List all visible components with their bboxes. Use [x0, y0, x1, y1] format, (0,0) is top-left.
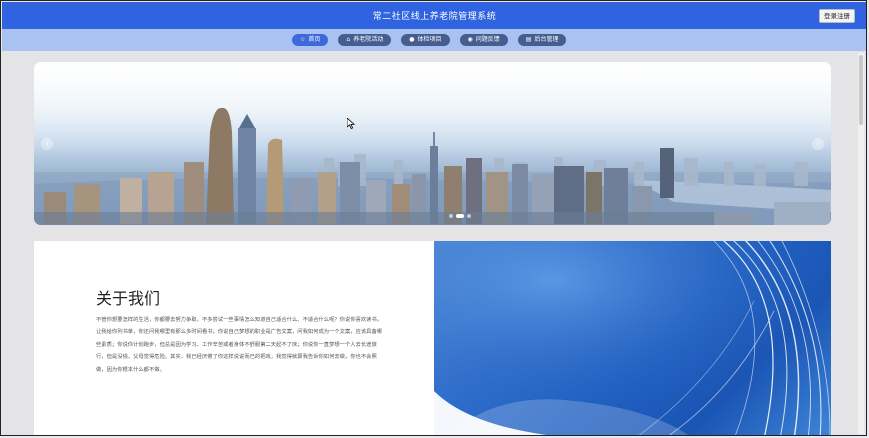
login-register-button[interactable]: 登录注册	[819, 9, 855, 23]
info-icon: ●	[409, 36, 415, 43]
nav-item-label: 问题反馈	[475, 36, 500, 43]
main-nav: ☆ 首页 ⌂ 养老院活动 ● 体检项目 ◉ 问题反馈 ▤ 后台管理	[2, 29, 866, 51]
nav-item-label: 体检项目	[417, 36, 442, 43]
nav-item-label: 后台管理	[534, 36, 559, 43]
home-icon: ⌂	[346, 36, 351, 43]
mouse-cursor-icon	[347, 118, 355, 129]
about-section: 关于我们 不管你想要怎样的生活，你都要去努力争取，不多尝试一些事情怎么知道自己适…	[34, 241, 831, 435]
blue-light-waves-image	[434, 241, 831, 435]
nav-item-label: 首页	[308, 36, 321, 43]
carousel-dot[interactable]	[467, 214, 471, 218]
site-title: 常二社区线上养老院管理系统	[372, 12, 497, 22]
nav-item-activities[interactable]: ⌂ 养老院活动	[338, 34, 392, 46]
carousel-indicators	[449, 214, 471, 218]
about-decorative-image	[434, 241, 831, 435]
admin-icon: ▤	[525, 36, 532, 43]
scrollbar-thumb[interactable]	[859, 55, 863, 125]
chat-icon: ◉	[467, 36, 473, 43]
nav-item-label: 养老院活动	[353, 36, 384, 43]
nav-item-feedback[interactable]: ◉ 问题反馈	[459, 34, 508, 46]
browser-frame: 常二社区线上养老院管理系统 登录注册 ☆ 首页 ⌂ 养老院活动 ● 体检项目 ◉…	[0, 0, 867, 436]
top-header: 常二社区线上养老院管理系统 登录注册	[2, 2, 866, 29]
carousel-dot-active[interactable]	[456, 214, 464, 218]
hero-carousel: ‹ ›	[34, 62, 831, 225]
about-body: 不管你想要怎样的生活，你都要去努力争取，不多尝试一些事情怎么知道自己适合什么、不…	[96, 317, 383, 373]
about-title: 关于我们	[96, 289, 161, 308]
carousel-dot[interactable]	[449, 214, 453, 218]
carousel-next-arrow[interactable]: ›	[812, 138, 824, 150]
city-skyline-image	[34, 107, 831, 225]
nav-item-home[interactable]: ☆ 首页	[292, 34, 329, 46]
carousel-prev-arrow[interactable]: ‹	[41, 138, 53, 150]
star-icon: ☆	[300, 36, 306, 43]
nav-item-checkup[interactable]: ● 体检项目	[401, 34, 450, 46]
nav-item-admin[interactable]: ▤ 后台管理	[517, 34, 567, 46]
